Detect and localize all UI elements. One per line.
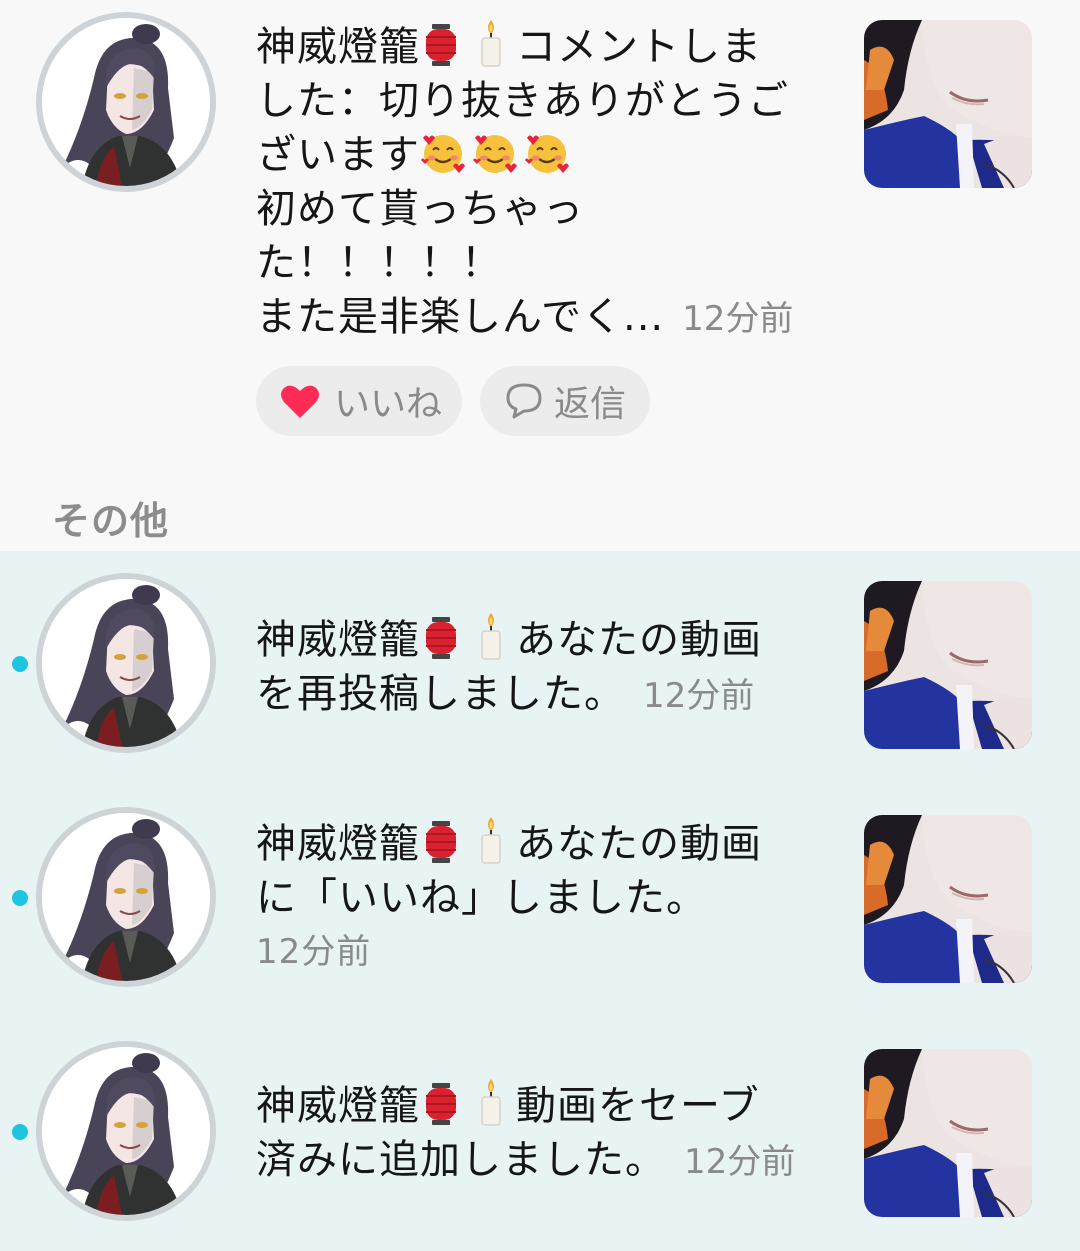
lantern-emoji bbox=[424, 617, 458, 659]
smiling-hearts-emoji bbox=[420, 130, 466, 176]
video-thumbnail[interactable] bbox=[864, 581, 1032, 749]
video-thumbnail[interactable] bbox=[864, 815, 1032, 983]
other-notifications: 神威燈籠 あなたの動画 を再投稿しました。 12分前 神威燈籠 あなたの動画 に「いい… bbox=[0, 551, 1080, 1251]
timestamp: 12分前 bbox=[682, 299, 794, 339]
heart-icon bbox=[281, 385, 319, 418]
notification-text: 神威燈籠 動画をセーブ 済みに追加しました。 12分前 bbox=[256, 1079, 836, 1189]
unread-dot bbox=[12, 1124, 28, 1140]
action-text: コメントしま bbox=[516, 24, 762, 70]
avatar[interactable] bbox=[36, 1041, 216, 1221]
timestamp: 12分前 bbox=[643, 676, 755, 716]
avatar[interactable] bbox=[36, 573, 216, 753]
candle-emoji bbox=[476, 817, 506, 865]
unread-dot bbox=[12, 656, 28, 672]
timestamp: 12分前 bbox=[684, 1142, 796, 1182]
comment-line: ざいます bbox=[256, 132, 420, 178]
video-thumbnail[interactable] bbox=[864, 20, 1032, 188]
username[interactable]: 神威燈籠 bbox=[256, 821, 420, 867]
action-text: 済みに追加しました。 bbox=[256, 1137, 666, 1183]
section-title-other: その他 bbox=[52, 499, 170, 543]
video-thumbnail[interactable] bbox=[864, 1049, 1032, 1217]
reply-button[interactable]: 返信 bbox=[480, 366, 650, 436]
avatar[interactable] bbox=[36, 12, 216, 192]
avatar[interactable] bbox=[36, 807, 216, 987]
lantern-emoji bbox=[424, 821, 458, 863]
action-text: に「いいね」しました。 bbox=[256, 875, 707, 921]
timestamp: 12分前 bbox=[256, 932, 372, 972]
comment-line: た！！！！！ bbox=[256, 240, 502, 286]
reply-label: 返信 bbox=[554, 384, 627, 425]
notification-item[interactable]: 神威燈籠 あなたの動画 を再投稿しました。 12分前 bbox=[0, 551, 1080, 785]
comment-notification[interactable]: 神威燈籠 コメントしま した：切り抜きありがとうご ざいます 初めて貰っちゃっ た… bbox=[0, 0, 1080, 470]
smiling-hearts-emoji bbox=[472, 130, 518, 176]
candle-emoji bbox=[476, 20, 506, 68]
action-text: あなたの動画 bbox=[516, 821, 762, 867]
action-text: 動画をセーブ bbox=[516, 1083, 760, 1129]
notification-item[interactable]: 神威燈籠 あなたの動画 に「いいね」しました。 12分前 bbox=[0, 785, 1080, 1019]
candle-emoji bbox=[476, 613, 506, 661]
notification-item[interactable]: 神威燈籠 動画をセーブ 済みに追加しました。 12分前 bbox=[0, 1019, 1080, 1251]
username[interactable]: 神威燈籠 bbox=[256, 617, 420, 663]
unread-dot bbox=[12, 890, 28, 906]
like-button[interactable]: いいね bbox=[256, 366, 462, 436]
like-label: いいね bbox=[334, 384, 443, 425]
username[interactable]: 神威燈籠 bbox=[256, 1083, 420, 1129]
notification-text: 神威燈籠 あなたの動画 に「いいね」しました。 12分前 bbox=[256, 817, 836, 979]
lantern-emoji bbox=[424, 24, 458, 66]
candle-emoji bbox=[476, 1079, 506, 1127]
notification-text: 神威燈籠 あなたの動画 を再投稿しました。 12分前 bbox=[256, 613, 836, 723]
comment-line: した：切り抜きありがとうご bbox=[256, 78, 789, 124]
comment-line: 初めて貰っちゃっ bbox=[256, 186, 584, 232]
lantern-emoji bbox=[424, 1083, 458, 1125]
comment-bubble-icon bbox=[506, 383, 542, 419]
action-text: を再投稿しました。 bbox=[256, 671, 625, 717]
action-text: あなたの動画 bbox=[516, 617, 762, 663]
notification-text: 神威燈籠 コメントしま した：切り抜きありがとうご ざいます 初めて貰っちゃっ た… bbox=[256, 20, 836, 346]
comment-line: また是非楽しんでく... bbox=[256, 294, 665, 340]
username[interactable]: 神威燈籠 bbox=[256, 24, 420, 70]
smiling-hearts-emoji bbox=[524, 130, 570, 176]
